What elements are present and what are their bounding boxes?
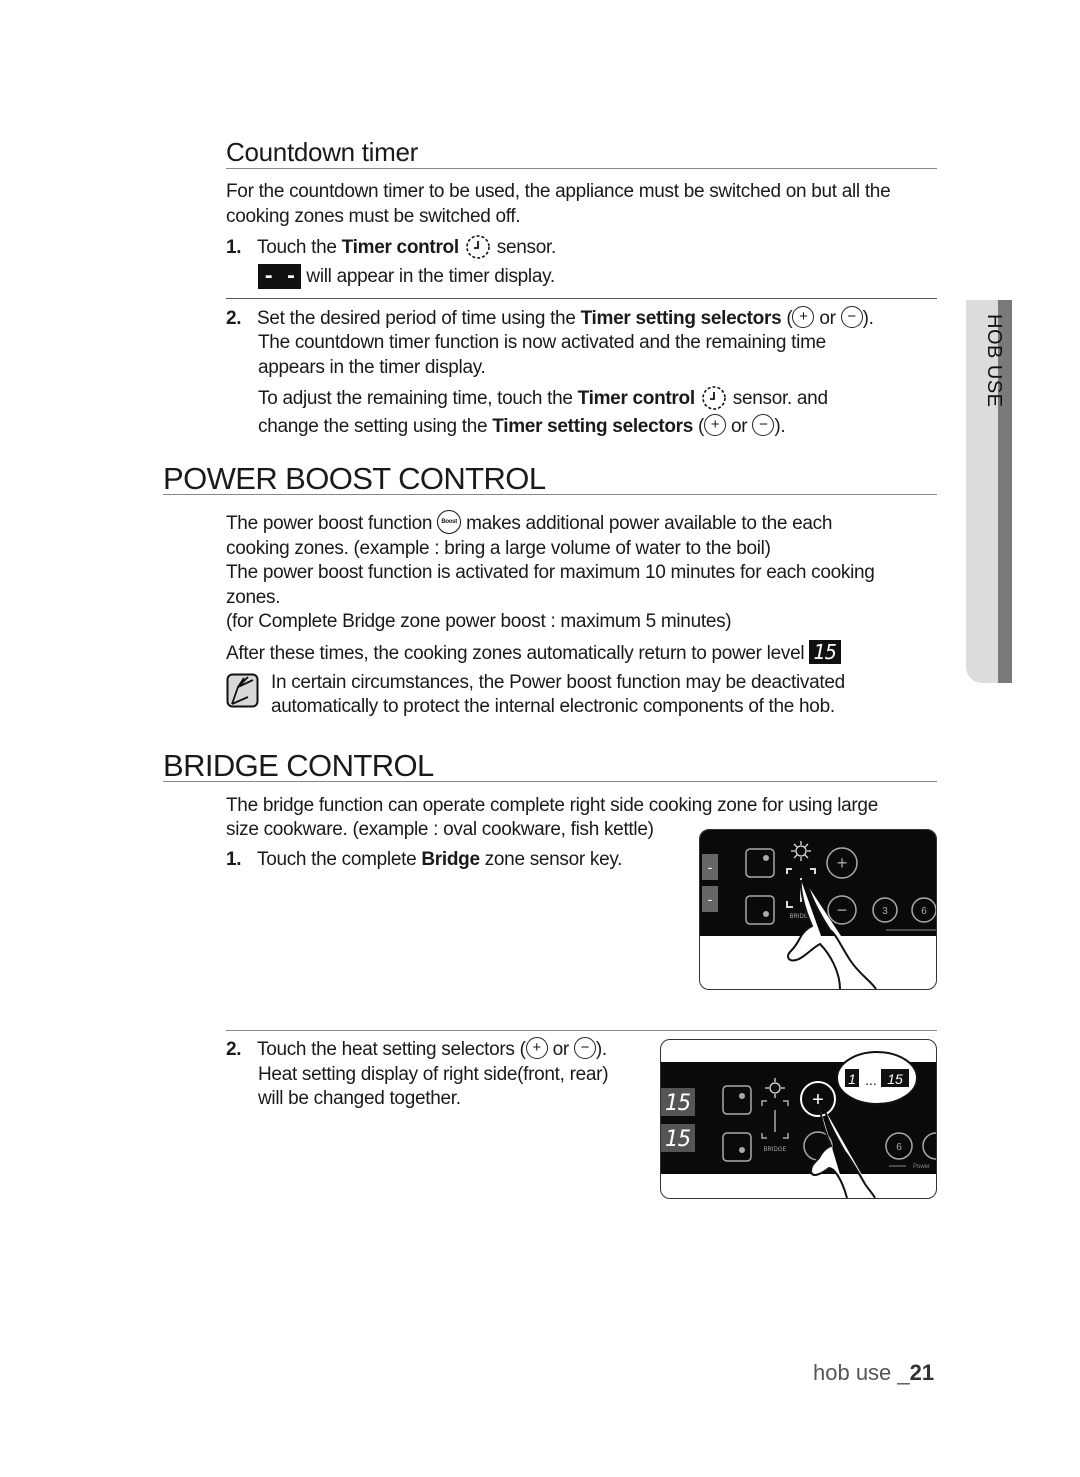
step-bold: Timer control [341, 237, 459, 259]
step-bold: Timer setting selectors [492, 416, 694, 437]
page-number: 21 [909, 1360, 935, 1385]
step-text: change the setting using the [258, 416, 493, 437]
bubble-from-value: 1 [848, 1071, 856, 1087]
control-panel-illustration: 15 15 BRIDGE + 6 Power 1 ... 15 [661, 1051, 936, 1198]
power-key-6-label: 6 [921, 906, 927, 917]
bridge-figure-1: - - BRIDGE + − 3 6 [699, 829, 937, 990]
countdown-step-2-line3: appears in the timer display. [258, 357, 486, 378]
step-text: or [726, 416, 753, 437]
power-boost-p2-line1: The power boost function is activated fo… [226, 562, 875, 583]
display-rear-value: 15 [665, 1127, 692, 1152]
countdown-step-1: 1. Touch the Timer control sensor. [226, 234, 556, 262]
paragraph-text: makes additional power available to the … [461, 513, 833, 535]
section-title-countdown: Countdown timer [226, 137, 419, 167]
timer-display-symbol: - - [258, 264, 302, 289]
paren: ( [693, 416, 705, 437]
panel-background [700, 830, 936, 936]
paragraph-text: The power boost function [226, 513, 438, 535]
svg-text:+: + [812, 1089, 824, 1111]
plus-icon: + [792, 305, 815, 328]
countdown-step-2: 2. Set the desired period of time using t… [226, 305, 946, 332]
step-text: zone sensor key. [479, 849, 623, 870]
step-text: will appear in the timer display. [301, 266, 555, 287]
power-boost-p3: (for Complete Bridge zone power boost : … [226, 611, 732, 632]
bridge-figure-2: 15 15 BRIDGE + 6 Power 1 ... 15 [660, 1039, 937, 1199]
display-minus-text-2: - [708, 891, 713, 907]
svg-text:−: − [837, 900, 848, 920]
bubble-dots: ... [865, 1072, 877, 1088]
step-text: sensor. and [727, 388, 828, 410]
display-minus-text-1: - [708, 859, 713, 875]
step-text: sensor. [491, 237, 556, 259]
plus-icon: + [704, 413, 727, 436]
section-title-power-boost: POWER BOOST CONTROL [163, 461, 546, 496]
timer-icon [701, 386, 726, 410]
plus-icon: + [525, 1036, 548, 1059]
paragraph-text: After these times, the cooking zones aut… [226, 643, 805, 664]
countdown-adjust-line: To adjust the remaining time, touch the … [258, 385, 828, 413]
divider [226, 298, 937, 299]
power-boost-p4: After these times, the cooking zones aut… [226, 640, 841, 667]
power-boost-p2-line2: zones. [226, 587, 281, 608]
bridge-step-1: 1. Touch the complete Bridge zone sensor … [226, 848, 622, 873]
divider [226, 1030, 937, 1031]
timer-icon [466, 235, 490, 259]
step-number: 1. [226, 849, 242, 870]
step-bold: Timer control [577, 388, 695, 410]
bridge-intro-line2: size cookware. (example : oval cookware,… [226, 819, 654, 840]
step-text: Set the desired period of time using the [257, 308, 581, 329]
step-number: 2. [226, 1039, 242, 1060]
bubble-to-value: 15 [887, 1071, 903, 1087]
paren: ). [774, 416, 786, 437]
power-label: Power [913, 1164, 930, 1170]
countdown-change-line: change the setting using the Timer setti… [258, 413, 786, 440]
step-text: Touch the heat setting selectors ( [257, 1039, 526, 1060]
minus-icon: − [573, 1036, 596, 1059]
countdown-step-1-display: - - will appear in the timer display. [258, 264, 555, 290]
bridge-step-2-line2: Heat setting display of right side(front… [258, 1064, 609, 1085]
svg-text:+: + [837, 853, 848, 873]
power-key-6-label: 6 [896, 1142, 902, 1153]
power-boost-p1: The power boost function Boost makes add… [226, 510, 833, 537]
bridge-key-label: BRIDGE [763, 1147, 786, 1153]
bridge-intro-line1: The bridge function can operate complete… [226, 795, 878, 816]
step-text: or [547, 1039, 574, 1060]
section-title-bridge: BRIDGE CONTROL [163, 748, 434, 783]
display-front-value: 15 [665, 1091, 692, 1116]
paren: ( [781, 308, 793, 329]
paren: ). [862, 308, 874, 329]
step-text: To adjust the remaining time, touch the [258, 388, 578, 410]
step-number: 2. [226, 308, 242, 329]
step-number: 1. [226, 237, 242, 259]
minus-icon: − [752, 413, 775, 436]
divider [163, 494, 937, 495]
note-line1: In certain circumstances, the Power boos… [271, 672, 845, 693]
boost-icon: Boost [437, 510, 462, 534]
minus-icon: − [840, 305, 863, 328]
countdown-intro: For the countdown timer to be used, the … [226, 181, 891, 227]
page-footer: hob use _21 [813, 1360, 934, 1386]
power-key-3-label: 3 [882, 906, 888, 917]
note-line2: automatically to protect the internal el… [271, 696, 835, 717]
step-text: ). [595, 1039, 607, 1060]
step-bold: Timer setting selectors [580, 308, 782, 329]
countdown-step-2-line2: The countdown timer function is now acti… [258, 332, 826, 353]
step-text: Touch the complete [257, 849, 422, 870]
step-bold: Bridge [421, 849, 480, 870]
step-text: or [814, 308, 841, 329]
divider [226, 168, 937, 169]
side-tab-label: HOB USE [983, 314, 1005, 408]
power-level-display: 15 [809, 640, 841, 664]
bridge-step-2-line3: will be changed together. [258, 1088, 461, 1109]
note-icon [226, 673, 259, 708]
divider [163, 781, 937, 782]
power-boost-p1-line2: cooking zones. (example : bring a large … [226, 538, 771, 559]
footer-section: hob use _ [813, 1360, 910, 1385]
control-panel-illustration: - - BRIDGE + − 3 6 [700, 830, 936, 989]
step-text: Touch the [257, 237, 342, 259]
bridge-step-2: 2. Touch the heat setting selectors (+ or… [226, 1036, 607, 1063]
